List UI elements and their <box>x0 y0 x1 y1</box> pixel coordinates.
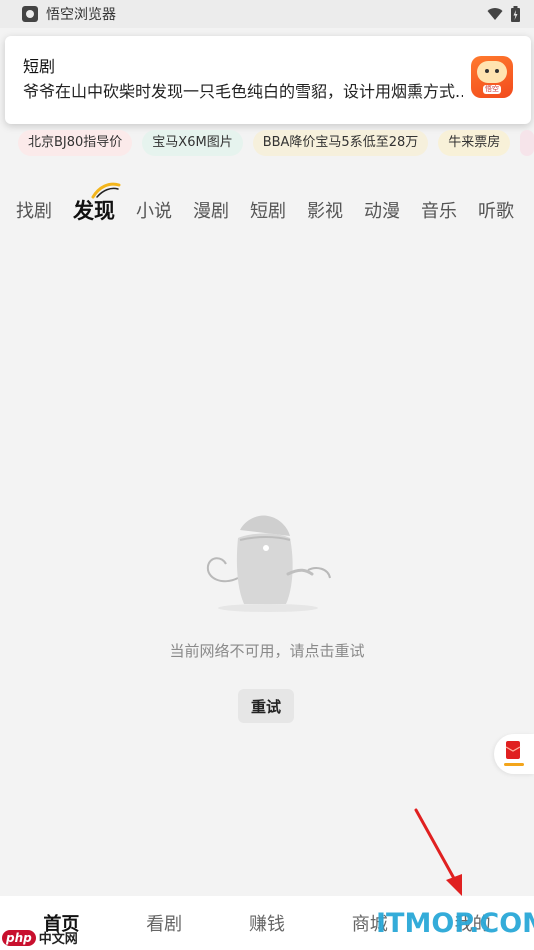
watermark-php-badge: php <box>2 929 36 946</box>
itmop-watermark: ITMOP.COM <box>376 908 534 939</box>
red-packet-icon <box>504 741 524 766</box>
tab-music[interactable]: 音乐 <box>421 197 457 223</box>
logo-face <box>477 60 507 83</box>
status-app-name: 悟空浏览器 <box>46 7 116 23</box>
php-cn-watermark: php 中文网 <box>2 928 78 947</box>
monkey-illustration-icon <box>206 515 331 612</box>
push-notification[interactable]: 短剧 爷爷在山中砍柴时发现一只毛色纯白的雪貂，设计用烟熏方式... 悟空 <box>5 36 531 124</box>
category-tabs: 找剧 发现 小说 漫剧 短剧 影视 动漫 音乐 听歌 <box>0 182 534 230</box>
search-chip[interactable]: BBA降价宝马5系低至28万 <box>252 130 429 156</box>
logo-tag: 悟空 <box>483 84 501 94</box>
search-chip[interactable]: 牛来票房 <box>438 130 511 156</box>
tab-discover[interactable]: 发现 <box>73 182 121 225</box>
status-bar: 悟空浏览器 <box>0 0 534 28</box>
tab-find-drama[interactable]: 找剧 <box>16 197 52 223</box>
nav-earn-money[interactable]: 赚钱 <box>237 910 297 936</box>
tab-short-drama[interactable]: 短剧 <box>250 197 286 223</box>
search-chip-partial[interactable] <box>520 130 534 156</box>
tab-novel[interactable]: 小说 <box>136 197 172 223</box>
wifi-icon <box>487 8 503 20</box>
battery-icon <box>511 6 520 22</box>
tab-anime[interactable]: 动漫 <box>364 197 400 223</box>
watermark-cn-text: 中文网 <box>38 932 78 947</box>
tab-video[interactable]: 影视 <box>307 197 343 223</box>
app-notification-icon <box>22 6 38 22</box>
hot-search-chips: 北京BJ80指导价 宝马X6M图片 BBA降价宝马5系低至28万 牛来票房 <box>18 130 534 156</box>
tab-listen[interactable]: 听歌 <box>478 197 514 223</box>
network-error-message: 当前网络不可用，请点击重试 <box>169 642 365 660</box>
tab-discover-label: 发现 <box>73 199 115 223</box>
active-tab-swoosh-icon <box>91 182 121 199</box>
app-logo-icon: 悟空 <box>471 56 513 98</box>
search-chip[interactable]: 北京BJ80指导价 <box>18 130 133 156</box>
notification-body: 爷爷在山中砍柴时发现一只毛色纯白的雪貂，设计用烟熏方式... <box>23 82 463 101</box>
search-chip[interactable]: 宝马X6M图片 <box>142 130 243 156</box>
tab-comic-drama[interactable]: 漫剧 <box>193 197 229 223</box>
nav-watch-drama[interactable]: 看剧 <box>134 910 194 936</box>
retry-button[interactable]: 重试 <box>238 689 294 723</box>
status-icons <box>487 6 520 22</box>
annotation-arrow-icon <box>414 808 462 896</box>
notification-title: 短剧 <box>23 57 56 76</box>
red-packet-float-button[interactable] <box>494 734 534 774</box>
